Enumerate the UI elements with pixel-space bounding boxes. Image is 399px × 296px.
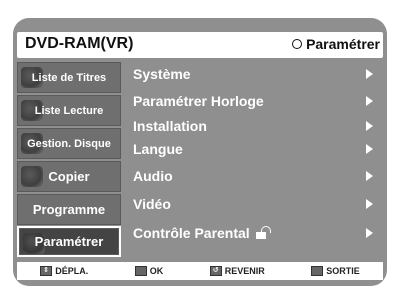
- button-guide-bar: ⇕ DÉPLA. OK ↺ REVENIR SORTIE: [17, 262, 383, 280]
- menu-item-clock-setup[interactable]: Paramétrer Horloge: [133, 91, 373, 111]
- return-arrow-icon: ↺: [209, 266, 222, 276]
- menu-item-video[interactable]: Vidéo: [133, 194, 373, 214]
- arrow-right-icon: [366, 96, 373, 106]
- arrow-right-icon: [366, 199, 373, 209]
- arrow-right-icon: [366, 121, 373, 131]
- arrow-right-icon: [366, 69, 373, 79]
- exit-hint-label: SORTIE: [326, 266, 360, 276]
- menu-item-audio[interactable]: Audio: [133, 166, 373, 186]
- exit-hint: SORTIE: [311, 266, 360, 276]
- sidebar-item-title-list[interactable]: Liste de Titres: [17, 62, 121, 93]
- menu-button-icon: [311, 266, 324, 276]
- arrow-right-icon: [366, 171, 373, 181]
- menu-item-label: Audio: [133, 168, 173, 184]
- lock-icon: [255, 225, 271, 239]
- disc-type-title: DVD-RAM(VR): [25, 35, 134, 52]
- sidebar-item-copy[interactable]: Copier: [17, 161, 121, 192]
- menu-item-label: Paramétrer Horloge: [133, 93, 264, 109]
- sidebar-item-label: Liste de Titres: [31, 71, 107, 84]
- sidebar-item-label: Paramétrer: [34, 234, 104, 249]
- updown-arrows-icon: ⇕: [40, 266, 53, 276]
- copy-icon: [21, 166, 43, 187]
- menu-item-label: Système: [133, 66, 191, 82]
- sidebar-item-label: Programme: [32, 202, 106, 217]
- sidebar-item-label: Gestion. Disque: [27, 137, 111, 150]
- menu-item-label: Installation: [133, 118, 207, 134]
- settings-menu: Système Paramétrer Horloge Installation …: [133, 64, 373, 254]
- return-hint: ↺ REVENIR: [209, 266, 265, 276]
- settings-label: Paramétrer: [306, 36, 380, 52]
- sidebar-item-settings[interactable]: Paramétrer: [17, 226, 121, 257]
- menu-item-parental-control[interactable]: Contrôle Parental: [133, 223, 373, 243]
- sidebar-item-label: Copier: [48, 169, 90, 184]
- sidebar-item-playlist[interactable]: Liste Lecture: [17, 95, 121, 126]
- menu-item-label: Vidéo: [133, 196, 171, 212]
- ok-hint: OK: [134, 266, 164, 276]
- return-hint-label: REVENIR: [224, 266, 265, 276]
- arrow-right-icon: [366, 144, 373, 154]
- move-hint: ⇕ DÉPLA.: [40, 266, 88, 276]
- sidebar-item-program[interactable]: Programme: [17, 194, 121, 225]
- ok-hint-label: OK: [149, 266, 164, 276]
- menu-item-label: Langue: [133, 141, 183, 157]
- sidebar: Liste de Titres Liste Lecture Gestion. D…: [17, 62, 121, 257]
- menu-item-installation[interactable]: Installation: [133, 116, 373, 136]
- sidebar-item-label: Liste Lecture: [34, 104, 104, 117]
- menu-item-system[interactable]: Système: [133, 64, 373, 84]
- ok-button-icon: [134, 266, 147, 276]
- arrow-right-icon: [366, 228, 373, 238]
- move-hint-label: DÉPLA.: [55, 266, 89, 276]
- osd-screen: DVD-RAM(VR) Paramétrer Liste de Titres L…: [13, 18, 387, 286]
- header-bar: DVD-RAM(VR) Paramétrer: [17, 32, 383, 58]
- settings-icon: [292, 39, 303, 49]
- settings-indicator: Paramétrer: [292, 36, 380, 52]
- sidebar-item-disc-manager[interactable]: Gestion. Disque: [17, 128, 121, 159]
- menu-item-label: Contrôle Parental: [133, 225, 250, 241]
- menu-item-language[interactable]: Langue: [133, 139, 373, 159]
